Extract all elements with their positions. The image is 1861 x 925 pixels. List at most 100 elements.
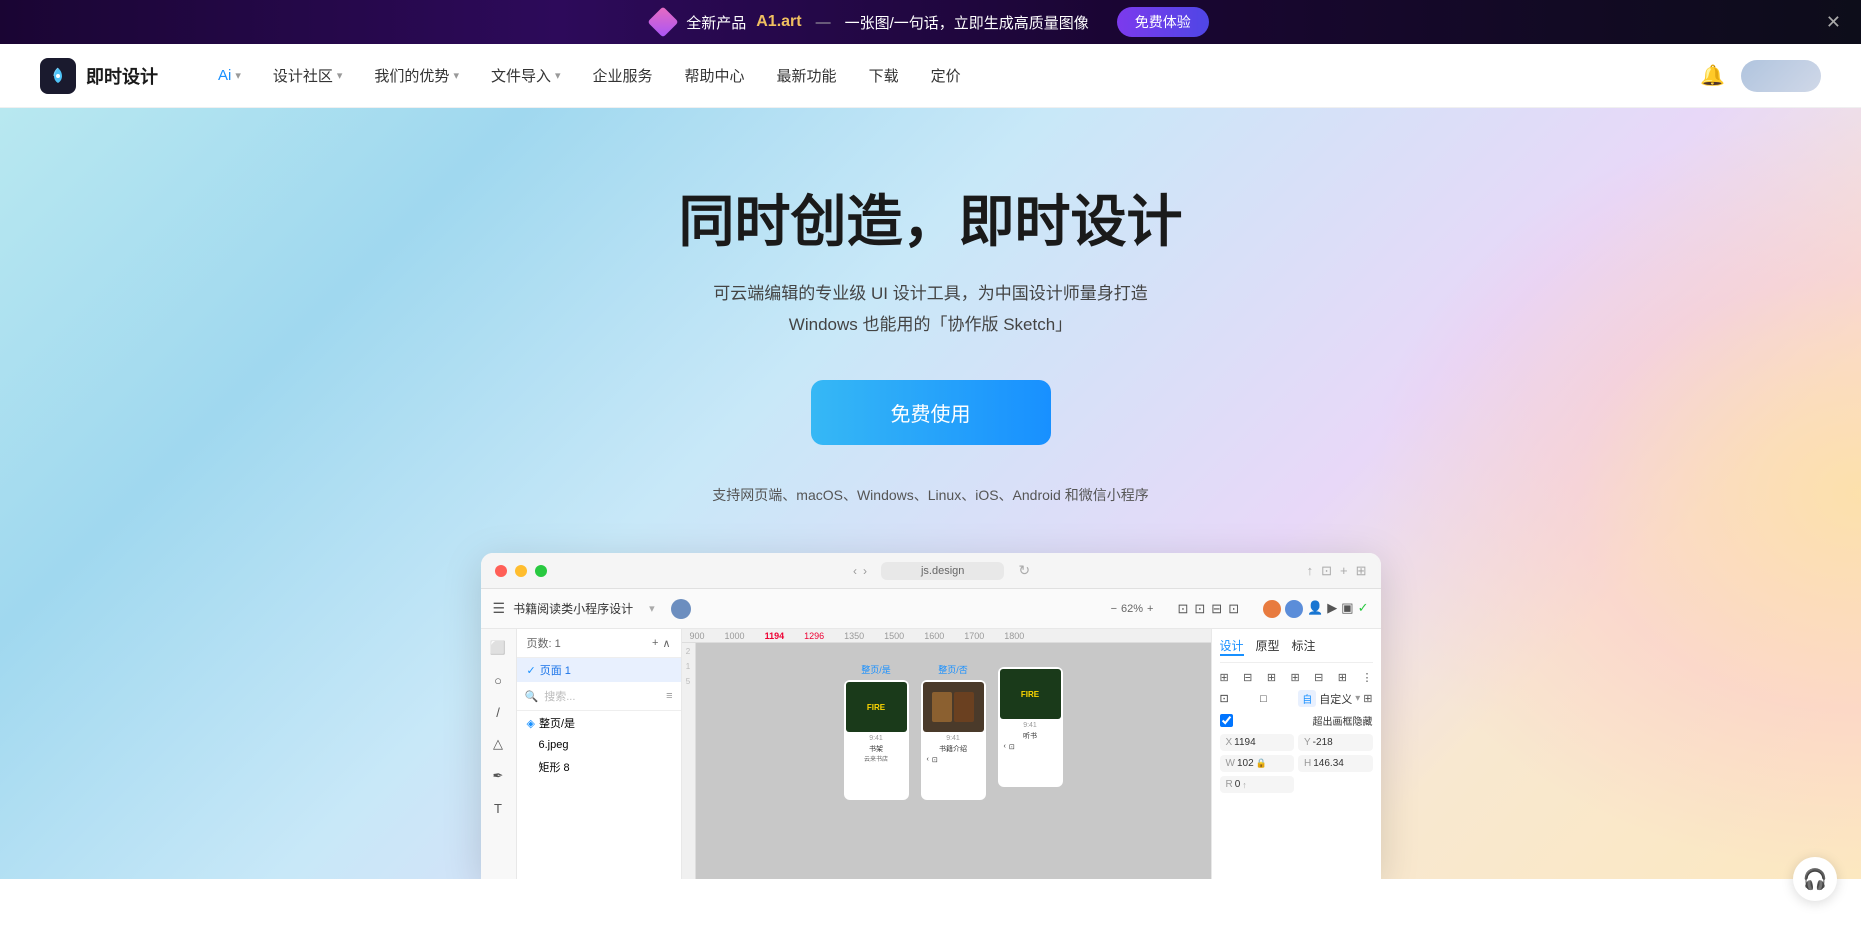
add-icon: + [1340,563,1348,579]
status-icon: ✓ [1358,600,1369,618]
distribute-icon: ⋮ [1361,671,1372,684]
w-value: 102 [1237,758,1254,769]
banner-close-button[interactable]: ✕ [1826,12,1841,33]
canvas-frames: 整页/是 FIRE 9:41 书架 云来书店 [696,643,1211,879]
overflow-checkbox[interactable] [1220,714,1233,727]
frame1-label: 整页/是 [861,663,891,676]
play-icon: ▶ [1327,600,1337,618]
chevron-down-icon: ▾ [649,602,655,615]
hero-title: 同时创造，即时设计 [0,188,1861,255]
coord-y: Y -218 [1298,734,1373,751]
avatar-icon-1 [1263,600,1281,618]
frame2-bookdetail: 9:41 书籍介绍 ‹ ⊡ [923,732,984,767]
align-left-icon: ⊞ [1220,671,1229,684]
nav-import-chevron: ▾ [555,69,561,82]
nav-advantages-label: 我们的优势 [374,65,449,86]
url-text: js.design [921,565,964,577]
banner-text: 全新产品 A1.art — 一张图/一句话，立即生成高质量图像 [686,12,1089,33]
frame-type-label: □ [1260,693,1267,705]
user-avatar-small [671,599,691,619]
nav-item-community[interactable]: 设计社区 ▾ [261,59,355,92]
overflow-row: 超出画框隐藏 [1220,713,1373,728]
avatar-icon-2 [1285,600,1303,618]
collab-controls: 👤 ▶ ▣ ✓ [1263,600,1368,618]
nav-item-new-features[interactable]: 最新功能 [765,59,849,92]
nav-download-label: 下载 [869,65,899,86]
layer-page-1[interactable]: ✓ 页面 1 [517,658,681,682]
layer-whole-yes[interactable]: ◈ 整页/是 [517,711,681,735]
nav-ai-label: Ai [218,67,231,84]
add-layer-icon: + [652,637,658,650]
nav-logo[interactable]: 即时设计 [40,58,158,94]
view-grid-icon: ⊟ [1211,601,1222,617]
nav-community-chevron: ▾ [337,69,343,82]
tab-design[interactable]: 设计 [1220,637,1244,656]
layer-name-3: 矩形 8 [539,759,570,775]
overflow-label: 超出画框隐藏 [1313,713,1373,728]
fire-label-1: FIRE [867,703,885,712]
frame1-bookshelf: 9:41 书架 云来书店 [846,732,907,766]
frame1-content: FIRE 9:41 书架 云来书店 [844,680,909,800]
notification-bell-icon[interactable]: 🔔 [1700,63,1725,88]
nav-ai-chevron: ▾ [235,69,241,82]
url-bar: js.design [881,562,1004,580]
custom-label-row: 自 自定义 ▾ ⊞ [1298,690,1372,707]
nav-item-help[interactable]: 帮助中心 [673,59,757,92]
coord-x: X 1194 [1220,734,1295,751]
window-close-dot [495,565,507,577]
nav-item-advantages[interactable]: 我们的优势 ▾ [362,59,471,92]
banner-brand: A1.art [756,13,801,31]
present-icon: ▣ [1341,600,1353,618]
pages-label: 页数: 1 [527,635,561,651]
tab-prototype[interactable]: 原型 [1256,637,1280,656]
logo-icon [40,58,76,94]
headset-icon: 🎧 [1803,867,1828,892]
collapse-icon: ∧ [662,637,670,650]
align-center-icon: ⊟ [1243,671,1252,684]
custom-dropdown: 自定义 [1319,691,1352,707]
view-controls: ⊡ ⊡ ⊟ ⊡ [1177,601,1239,617]
window-body: ⬜ ○ / △ ✒ T 页数: 1 + ∧ ✓ 页面 1 [481,629,1381,879]
nav-item-ai[interactable]: Ai ▾ [206,61,253,90]
minus-icon: − [1111,603,1117,615]
nav-item-import[interactable]: 文件导入 ▾ [479,59,573,92]
canvas-frame-3: FIRE 9:41 听书 ‹ ⊡ [998,663,1063,787]
nav-forward-icon: › [863,564,867,578]
frame1-image: FIRE [846,682,907,732]
nav-enterprise-label: 企业服务 [593,65,653,86]
tab-annotation[interactable]: 标注 [1292,637,1316,656]
layer-rect8[interactable]: 矩形 8 [517,755,681,779]
support-button[interactable]: 🎧 [1793,857,1837,901]
layers-header: 页数: 1 + ∧ [517,629,681,658]
banner-new-product: 全新产品 [686,12,746,33]
canvas-frame-2: 整页/否 9:41 书籍介绍 ‹ [921,663,986,800]
coord-h: H 146.34 [1298,755,1373,772]
frame-type-row: ⊡ □ 自 自定义 ▾ ⊞ [1220,690,1373,707]
frame-icon-2: ⊡ [1220,692,1229,705]
view-preview-icon: ⊡ [1228,601,1239,617]
hero-platforms: 支持网页端、macOS、Windows、Linux、iOS、Android 和微… [0,485,1861,505]
line-tool-icon: / [487,701,509,723]
banner-cta-button[interactable]: 免费体验 [1117,7,1209,37]
window-maximize-dot [535,565,547,577]
canvas-ruler-v: 215 [682,643,696,879]
nav-item-pricing[interactable]: 定价 [919,59,973,92]
nav-help-label: 帮助中心 [685,65,745,86]
nav-back-icon: ‹ [853,564,857,578]
plus-icon: + [1147,603,1153,615]
file-title: 书籍阅读类小程序设计 [513,600,633,617]
nav-item-enterprise[interactable]: 企业服务 [581,59,665,92]
x-label: X [1226,737,1233,748]
nav-item-download[interactable]: 下载 [857,59,911,92]
layer-jpeg[interactable]: 6.jpeg [517,735,681,755]
main-nav: 即时设计 Ai ▾ 设计社区 ▾ 我们的优势 ▾ 文件导入 ▾ 企业服务 帮助中… [0,44,1861,108]
user-avatar[interactable] [1741,60,1821,92]
nav-features-label: 最新功能 [777,65,837,86]
text-tool-icon: T [487,797,509,819]
window-actions: ↑ ⊡ + ⊞ [1307,563,1367,579]
frame-tool-icon: ○ [487,669,509,691]
lock-icon: 🔒 [1256,758,1267,769]
search-icon: 🔍 [525,690,539,703]
view-frame-icon: ⊡ [1177,601,1188,617]
hero-cta-button[interactable]: 免费使用 [811,380,1051,445]
